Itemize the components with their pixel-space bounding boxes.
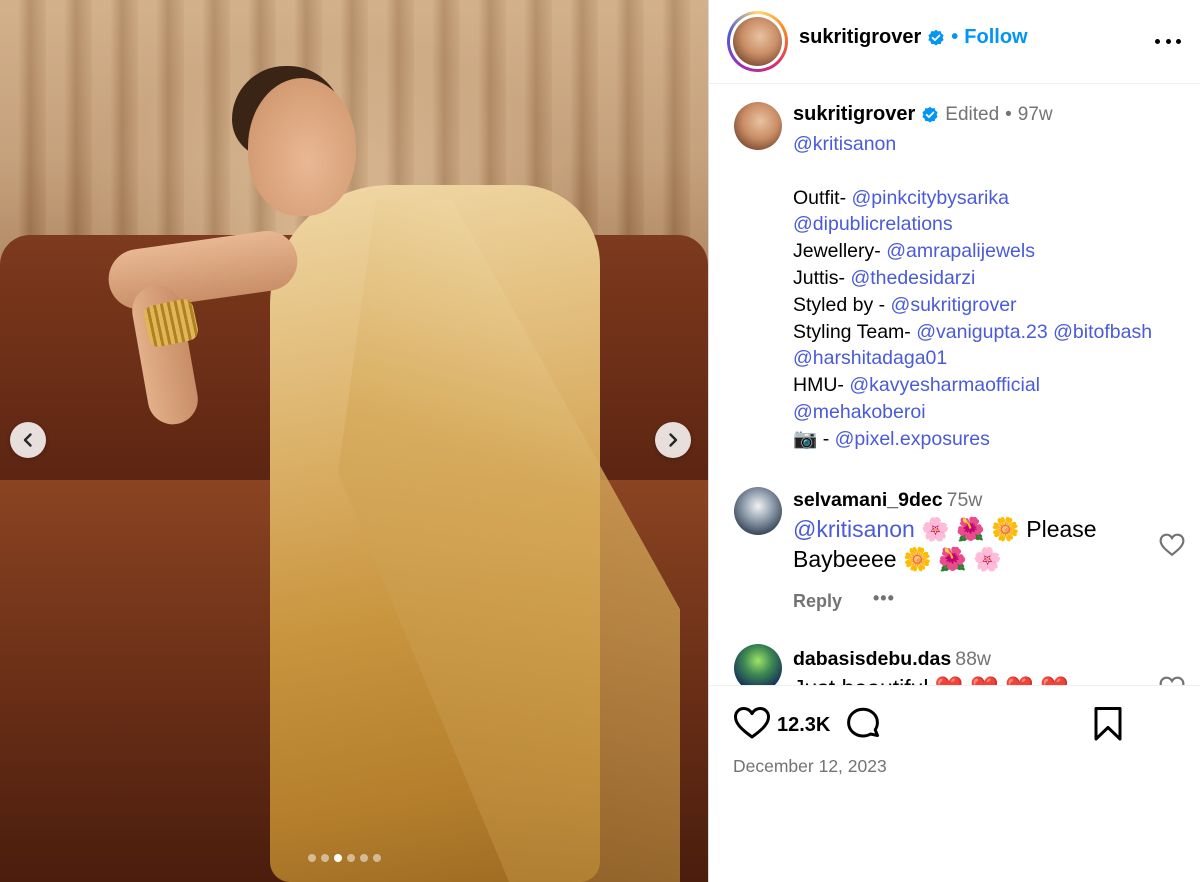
carousel-dot xyxy=(308,854,316,862)
caption-text-segment: 📷 - xyxy=(793,427,835,450)
caption-line: Jewellery- @amrapalijewels xyxy=(793,238,1188,265)
caption-mention-link[interactable]: @pixel.exposures xyxy=(835,428,990,450)
reply-button[interactable]: Reply xyxy=(793,591,842,612)
caption-mention-link[interactable]: @mehakoberoi xyxy=(793,401,926,423)
carousel-prev-button[interactable] xyxy=(10,422,46,458)
post-side-panel: sukritigrover • Follow sukritigrover Edi… xyxy=(708,0,1200,882)
caption-username[interactable]: sukritigrover xyxy=(793,103,915,126)
caption-line: Styled by - @sukritigrover xyxy=(793,292,1188,319)
author-username[interactable]: sukritigrover xyxy=(799,26,921,49)
caption-line: @harshitadaga01 xyxy=(793,345,1188,372)
comment-options-button[interactable]: ••• xyxy=(873,588,895,609)
comment-mention[interactable]: @kritisanon xyxy=(793,516,915,542)
comment-age[interactable]: 75w xyxy=(947,489,983,511)
post-photo[interactable] xyxy=(0,0,708,882)
caption-line: 📷 - @pixel.exposures xyxy=(793,426,1188,453)
post-actions: 12.3K December 12, 2023 xyxy=(709,685,1200,882)
carousel-dot xyxy=(334,854,342,862)
comment-avatar[interactable] xyxy=(734,644,782,685)
caption-line: Juttis- @thedesidarzi xyxy=(793,265,1188,292)
post-date: December 12, 2023 xyxy=(733,756,887,776)
comment-avatar[interactable] xyxy=(734,487,782,535)
caption-mention-link[interactable]: @thedesidarzi xyxy=(850,267,975,289)
caption-mention-link[interactable]: @harshitadaga01 xyxy=(793,347,947,369)
caption-mention-link[interactable]: @sukritigrover xyxy=(891,294,1017,316)
caption-mention-link[interactable]: @dipublicrelations xyxy=(793,213,953,235)
caption-mention-link[interactable]: @bitofbash xyxy=(1053,321,1152,343)
caption-line: Styling Team- @vanigupta.23 @bitofbash xyxy=(793,319,1188,346)
caption-text: @kritisanon Outfit- @pinkcitybysarika @di… xyxy=(793,131,1188,453)
caption-text-segment: Juttis- xyxy=(793,266,851,289)
caption-mention-link[interactable]: @vanigupta.23 xyxy=(916,321,1047,343)
comment-age[interactable]: 88w xyxy=(955,648,991,670)
photo-figure-head xyxy=(248,78,356,216)
caption-mention-link[interactable]: @amrapalijewels xyxy=(886,240,1035,262)
verified-badge-icon xyxy=(922,106,938,123)
chevron-left-icon xyxy=(23,433,32,447)
comment-like-icon[interactable] xyxy=(1159,533,1185,557)
caption-line xyxy=(793,158,1188,185)
more-horizontal-icon[interactable] xyxy=(1155,32,1181,50)
comment-bubble-icon[interactable] xyxy=(845,706,881,742)
caption-line: HMU- @kavyesharmaofficial xyxy=(793,372,1188,399)
carousel-next-button[interactable] xyxy=(655,422,691,458)
caption-text-segment: Outfit- xyxy=(793,186,852,209)
chevron-right-icon xyxy=(669,433,678,447)
comment-like-icon[interactable] xyxy=(1159,676,1185,685)
caption-line: @kritisanon xyxy=(793,131,1188,158)
follow-button[interactable]: Follow xyxy=(964,26,1027,49)
caption-text-segment: Styled by - xyxy=(793,293,891,316)
carousel-dot xyxy=(347,854,355,862)
caption-mention-link[interactable]: @kritisanon xyxy=(793,133,896,155)
like-count[interactable]: 12.3K xyxy=(777,714,830,737)
carousel-dot xyxy=(373,854,381,862)
caption-text-segment: HMU- xyxy=(793,374,850,397)
author-avatar-story-ring[interactable] xyxy=(727,11,788,72)
comment-text: Just beautiful ❤️ ❤️ ❤️ ❤️ xyxy=(793,673,1123,685)
caption-age[interactable]: 97w xyxy=(1018,104,1053,126)
caption-line: @dipublicrelations xyxy=(793,211,1188,238)
carousel-dot xyxy=(321,854,329,862)
caption-text-segment: Jewellery- xyxy=(793,240,887,263)
caption-header: sukritigrover Edited • 97w xyxy=(793,103,1053,126)
caption-edited-label: Edited xyxy=(945,103,1000,125)
comment-username[interactable]: dabasisdebu.das xyxy=(793,648,951,670)
caption-line: @mehakoberoi xyxy=(793,399,1188,426)
bookmark-icon[interactable] xyxy=(1093,706,1123,742)
comments-scroll-area[interactable]: sukritigrover Edited • 97w @kritisanon O… xyxy=(709,85,1200,685)
header-separator: • xyxy=(951,26,959,48)
caption-avatar[interactable] xyxy=(734,102,782,150)
caption-separator: • xyxy=(1005,103,1012,125)
verified-badge-icon xyxy=(928,29,944,46)
carousel-indicator xyxy=(308,854,381,862)
post-header: sukritigrover • Follow xyxy=(709,0,1200,84)
caption-text-segment: Styling Team- xyxy=(793,320,917,343)
caption-mention-link[interactable]: @kavyesharmaofficial xyxy=(849,374,1040,396)
comment-text: @kritisanon 🌸 🌺 🌼 Please Baybeeee 🌼 🌺 🌸 xyxy=(793,514,1123,574)
heart-outline-icon[interactable] xyxy=(733,706,771,740)
carousel-dot xyxy=(360,854,368,862)
caption-line: Outfit- @pinkcitybysarika xyxy=(793,185,1188,212)
caption-mention-link[interactable]: @pinkcitybysarika xyxy=(852,187,1009,209)
comment-username[interactable]: selvamani_9dec xyxy=(793,489,943,511)
author-avatar xyxy=(733,17,782,66)
